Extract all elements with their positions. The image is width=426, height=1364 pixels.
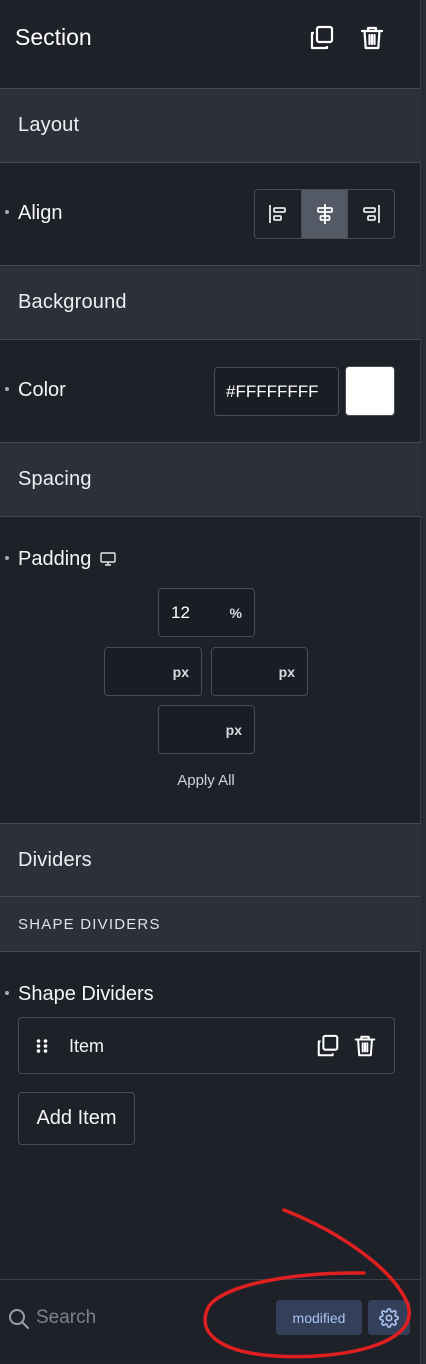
bullet-dot <box>5 556 9 560</box>
padding-left-input[interactable]: px <box>104 647 202 696</box>
group-layout[interactable]: Layout <box>0 88 421 163</box>
padding-bottom-input[interactable]: px <box>158 705 255 754</box>
copy-icon <box>310 25 334 50</box>
group-background[interactable]: Background <box>0 265 421 340</box>
padding-bottom-unit[interactable]: px <box>226 722 242 738</box>
padding-label: Padding <box>18 548 92 570</box>
group-spacing[interactable]: Spacing <box>0 442 421 517</box>
color-swatch[interactable] <box>345 366 395 416</box>
subgroup-shape-dividers[interactable]: SHAPE DIVIDERS <box>0 896 421 952</box>
panel-footer: modified <box>0 1279 421 1364</box>
bullet-dot <box>5 387 9 391</box>
group-spacing-label: Spacing <box>18 468 92 490</box>
modified-badge[interactable]: modified <box>276 1300 362 1335</box>
bullet-dot <box>5 210 9 214</box>
panel-header: Section <box>0 0 421 88</box>
align-segmented-control <box>254 189 395 239</box>
align-label: Align <box>18 202 63 224</box>
copy-icon[interactable] <box>316 1034 340 1058</box>
subgroup-shape-dividers-label: SHAPE DIVIDERS <box>18 916 161 933</box>
group-dividers[interactable]: Dividers <box>0 823 421 897</box>
padding-right-unit[interactable]: px <box>279 664 295 680</box>
color-label: Color <box>18 379 66 401</box>
padding-left-unit[interactable]: px <box>173 664 189 680</box>
search-icon <box>9 1309 29 1329</box>
drag-handle-icon[interactable] <box>35 1038 49 1054</box>
align-left-icon <box>268 205 286 223</box>
padding-top-value: 12 <box>171 603 190 622</box>
duplicate-button[interactable] <box>308 24 336 52</box>
apply-all-link[interactable]: Apply All <box>0 772 412 789</box>
desktop-icon[interactable] <box>100 552 116 566</box>
trash-icon <box>360 26 384 50</box>
settings-panel: Section Layout Align Background Color #F… <box>0 0 421 1364</box>
settings-button[interactable] <box>368 1300 410 1335</box>
repeater-item-label: Item <box>69 1036 105 1056</box>
align-right-button[interactable] <box>347 190 394 238</box>
shape-dividers-label: Shape Dividers <box>18 983 154 1005</box>
group-layout-label: Layout <box>18 114 80 136</box>
padding-top-input[interactable]: 12 % <box>158 588 255 637</box>
padding-top-unit[interactable]: % <box>230 605 242 621</box>
align-center-icon <box>316 204 333 224</box>
align-center-button[interactable] <box>300 190 348 238</box>
color-hex-input[interactable] <box>214 367 339 416</box>
trash-icon[interactable] <box>353 1034 377 1058</box>
group-background-label: Background <box>18 291 127 313</box>
delete-button[interactable] <box>358 24 386 52</box>
align-right-icon <box>363 205 381 223</box>
search-input[interactable] <box>36 1304 256 1332</box>
panel-scroll-edge <box>421 0 426 1364</box>
repeater-item[interactable]: Item <box>18 1017 395 1074</box>
gear-icon <box>379 1307 399 1328</box>
group-dividers-label: Dividers <box>18 849 92 871</box>
align-left-button[interactable] <box>255 190 301 238</box>
panel-title: Section <box>15 24 92 50</box>
padding-right-input[interactable]: px <box>211 647 308 696</box>
bullet-dot <box>5 991 9 995</box>
add-item-button[interactable]: Add Item <box>18 1092 135 1145</box>
